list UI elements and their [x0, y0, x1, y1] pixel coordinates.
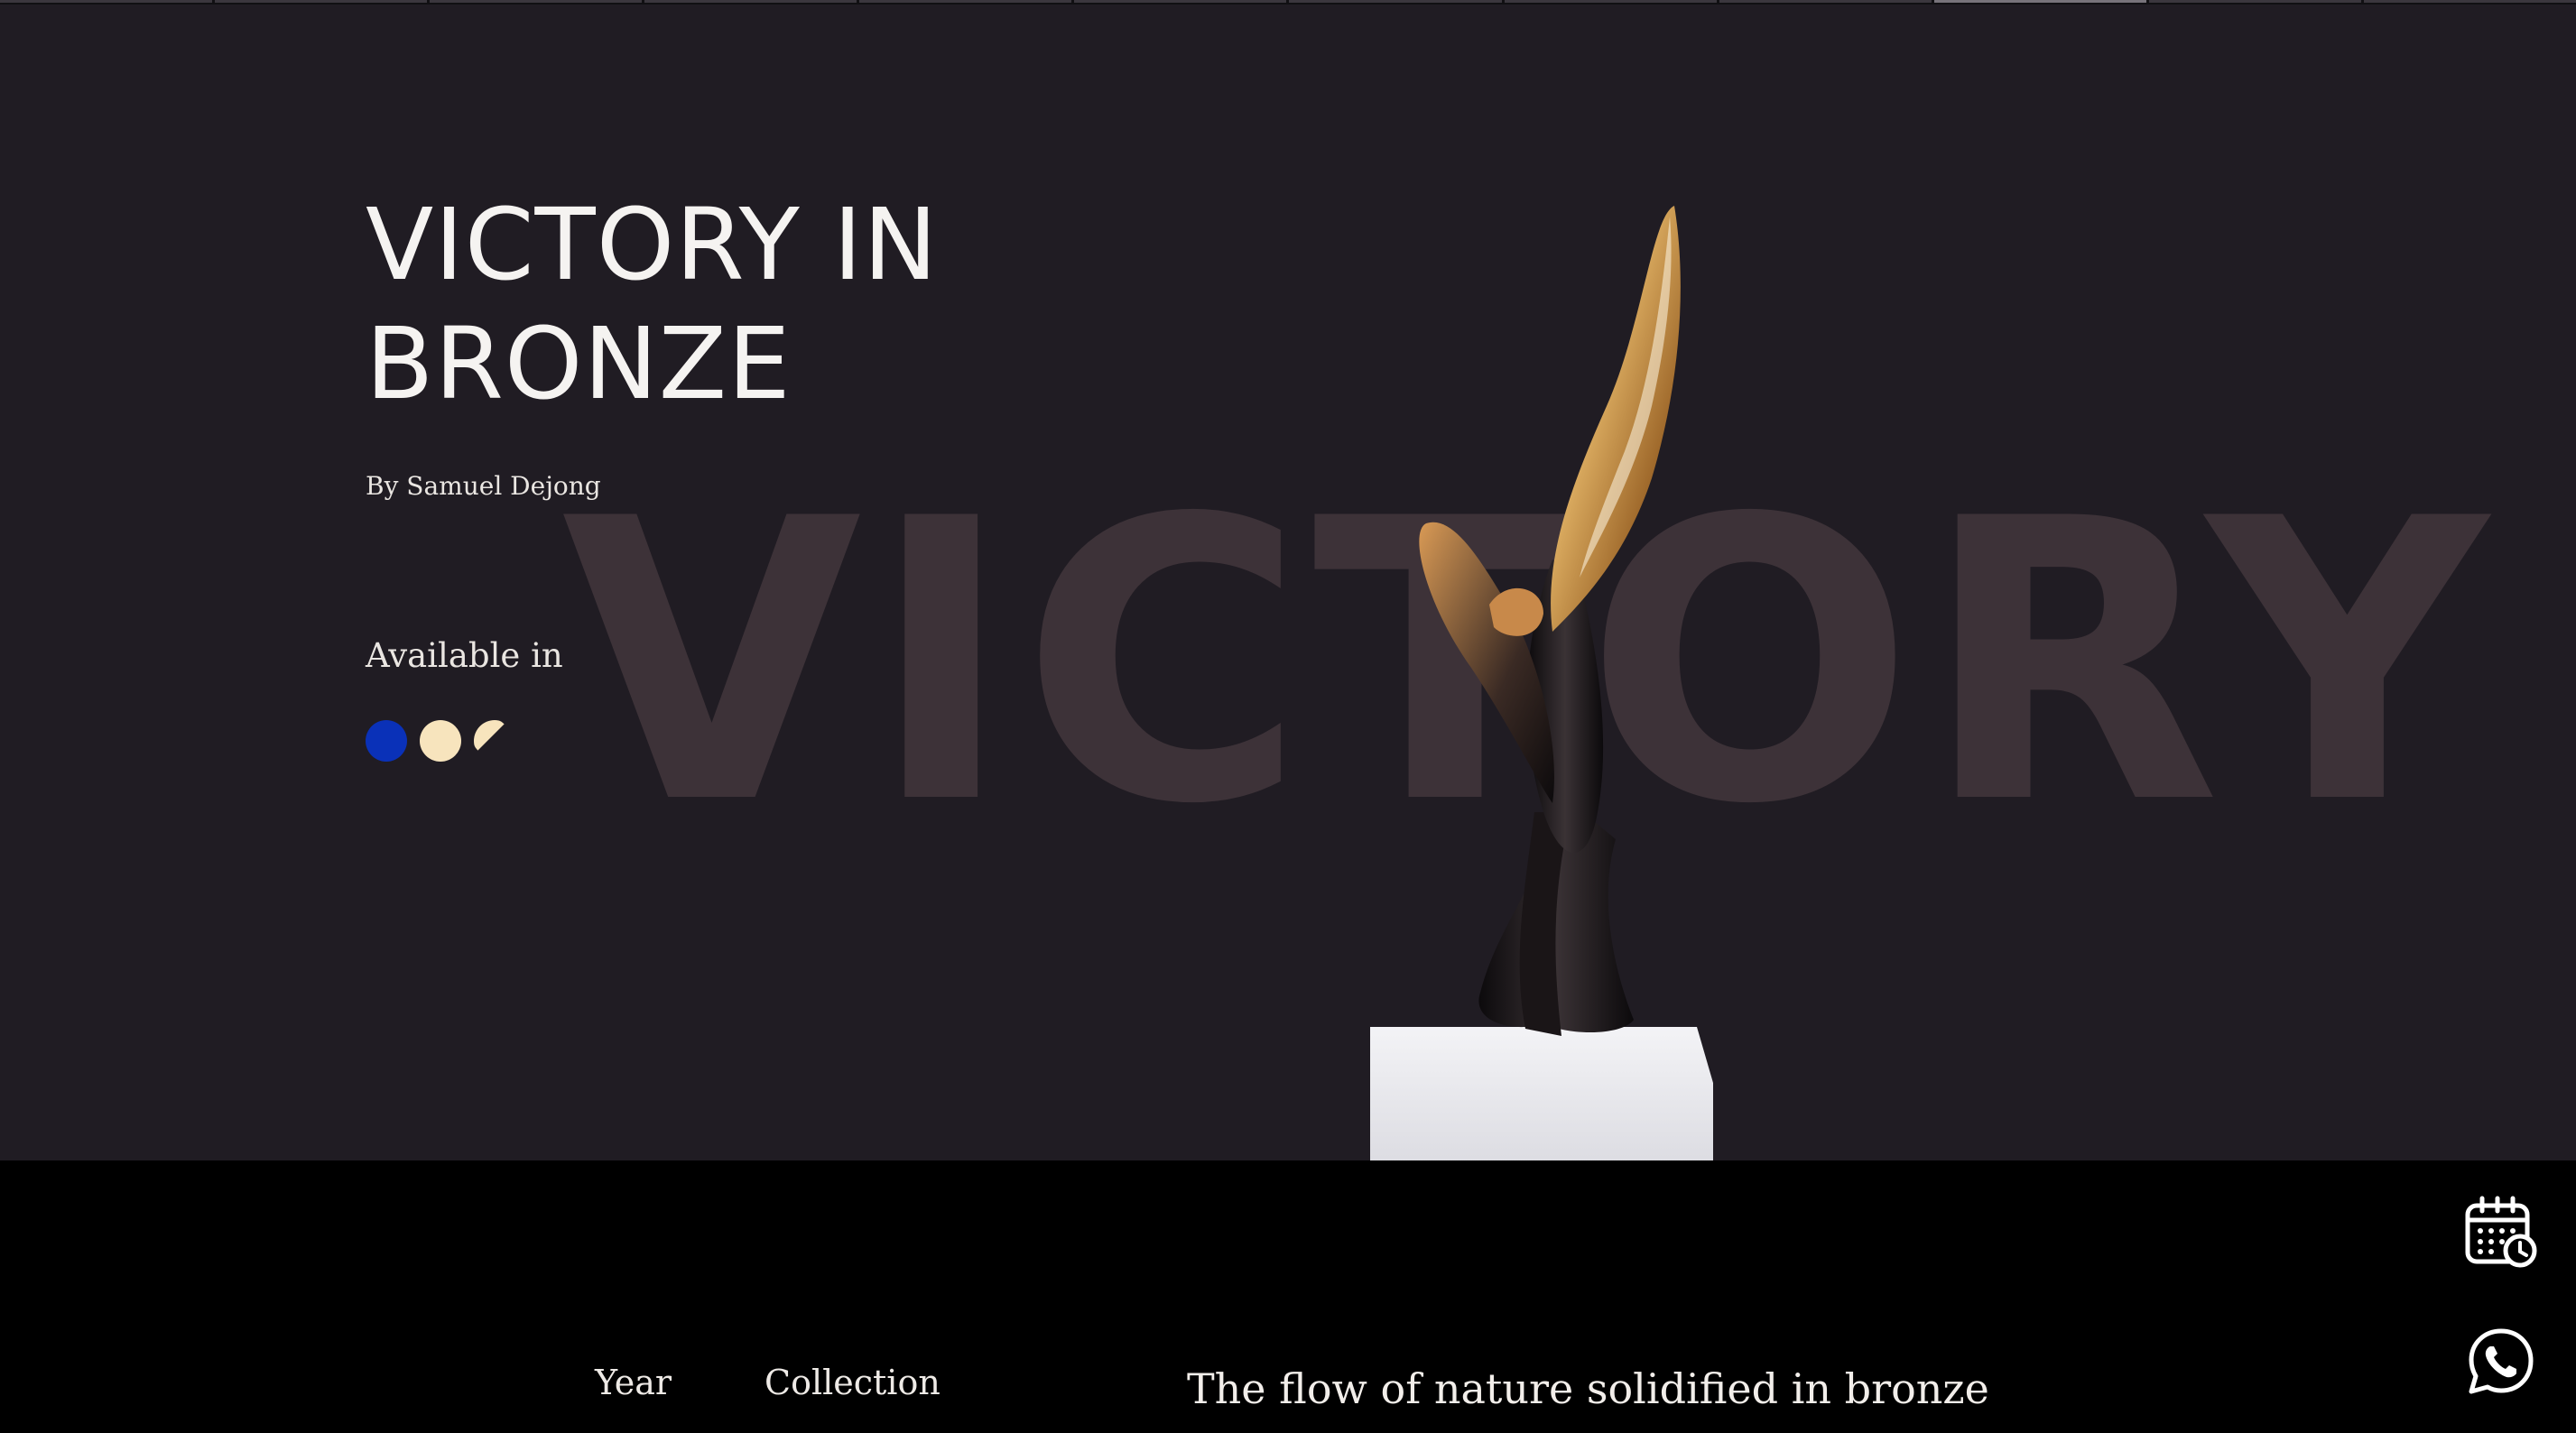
progress-segment[interactable] — [859, 0, 1072, 3]
artist-byline: By Samuel Dejong — [366, 471, 601, 501]
title-line-1: VICTORY IN — [366, 187, 939, 302]
progress-segment-active[interactable] — [1933, 0, 2146, 3]
collection-label: Collection — [764, 1363, 941, 1402]
swatch-blue[interactable] — [366, 720, 407, 762]
whatsapp-button[interactable] — [2462, 1323, 2540, 1401]
progress-segment[interactable] — [1074, 0, 1287, 3]
progress-segment[interactable] — [644, 0, 857, 3]
slide-progress-bar — [0, 0, 2576, 5]
hero-section: VICTORY IN BRONZE By Samuel Dejong Avail… — [0, 0, 2576, 1160]
progress-segment[interactable] — [0, 0, 213, 3]
progress-segment[interactable] — [1289, 0, 1502, 3]
swatch-half-cream[interactable] — [474, 720, 515, 762]
year-label: Year — [595, 1363, 672, 1402]
progress-segment[interactable] — [1504, 0, 1717, 3]
calendar-clock-icon — [2465, 1196, 2537, 1268]
calendar-button[interactable] — [2462, 1193, 2540, 1271]
progress-segment[interactable] — [2363, 0, 2576, 3]
swatch-cream[interactable] — [420, 720, 461, 762]
page-title: VICTORY IN BRONZE — [366, 185, 939, 423]
progress-segment[interactable] — [2148, 0, 2361, 3]
progress-segment[interactable] — [215, 0, 428, 3]
color-swatch-group — [366, 720, 515, 762]
tagline: The flow of nature solidified in bronze — [1187, 1364, 1989, 1413]
available-in-label: Available in — [366, 636, 563, 675]
progress-segment[interactable] — [1719, 0, 1932, 3]
title-line-2: BRONZE — [366, 306, 792, 421]
sculpture-image — [1370, 206, 1713, 1160]
progress-segment[interactable] — [430, 0, 643, 3]
whatsapp-icon — [2469, 1328, 2534, 1394]
